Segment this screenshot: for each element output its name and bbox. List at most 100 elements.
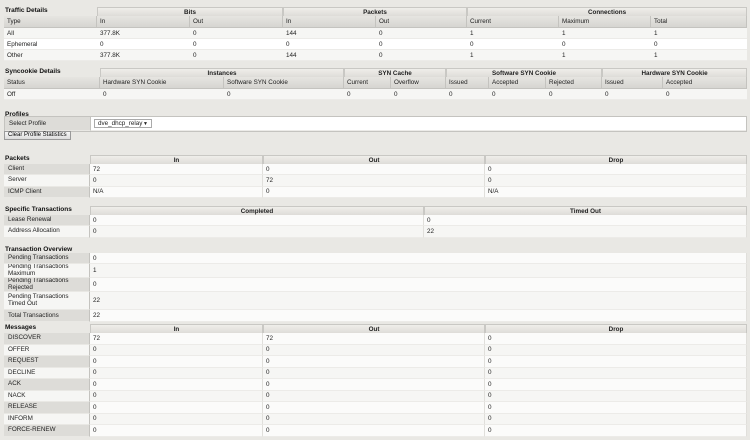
table-cell: N/A	[90, 186, 263, 199]
row-label: Pending Transactions Rejected	[4, 278, 90, 293]
row-label: DECLINE	[4, 367, 90, 379]
table-cell: 0	[100, 89, 224, 100]
table-cell: 1	[651, 50, 748, 61]
table-cell: 0	[90, 367, 263, 379]
traffic-column-header[interactable]: In	[283, 16, 376, 28]
traffic-table: Bits Packets Connections Type In Out In Out Curr…	[4, 7, 748, 61]
table-cell: 1	[651, 28, 748, 39]
packets-table: In Out Drop Client 72 0 0 Server 0 72 0 ICMP Client…	[4, 155, 747, 199]
traffic-column-header[interactable]: In	[97, 16, 190, 28]
table-cell: 0	[344, 89, 391, 100]
table-cell: 72	[90, 333, 263, 345]
syncookie-column-header[interactable]: Hardware SYN Cookie	[100, 77, 224, 89]
messages-column-header: Out	[263, 324, 485, 333]
table-cell: 0	[376, 28, 467, 39]
table-row: Off 0 0 0 0 0 0 0 0 0	[4, 89, 748, 100]
syncookie-column-header[interactable]: Accepted	[663, 77, 748, 89]
table-row: Address Allocation 0 22	[4, 226, 747, 238]
traffic-column-header[interactable]: Out	[190, 16, 283, 28]
row-label: Lease Renewal	[4, 215, 90, 227]
table-cell: 0	[467, 39, 559, 50]
table-cell: 0	[97, 39, 190, 50]
table-cell: 0	[190, 39, 283, 50]
table-cell: 22	[90, 292, 747, 311]
table-row: RELEASE 0 0 0	[4, 402, 747, 414]
table-cell: 0	[485, 402, 747, 414]
syncookie-column-header[interactable]: Current	[344, 77, 391, 89]
specific-section: Completed Timed Out Lease Renewal 0 0 Address…	[4, 206, 747, 238]
traffic-group-header: Packets	[283, 7, 467, 16]
table-cell: 0	[224, 89, 344, 100]
traffic-column-header[interactable]: Out	[376, 16, 467, 28]
packets-section: In Out Drop Client 72 0 0 Server 0 72 0 ICMP Client…	[4, 155, 747, 199]
table-cell: 0	[90, 356, 263, 368]
packets-column-header: In	[90, 155, 263, 164]
row-label: Client	[4, 164, 90, 176]
row-label: INFORM	[4, 413, 90, 425]
syncookie-column-header[interactable]: Status	[4, 77, 100, 89]
row-label: Server	[4, 175, 90, 187]
profile-select[interactable]: dve_dhcp_relay ▼	[94, 119, 152, 128]
table-cell: 1	[559, 50, 651, 61]
syncookie-column-header[interactable]: Issued	[446, 77, 490, 89]
traffic-section: Bits Packets Connections Type In Out In Out Curr…	[4, 7, 748, 61]
row-label: Address Allocation	[4, 226, 90, 238]
table-cell: 0	[90, 344, 263, 356]
traffic-column-header[interactable]: Maximum	[559, 16, 651, 28]
table-cell: 0	[263, 379, 485, 391]
table-cell: 0	[485, 425, 747, 437]
row-label: OFFER	[4, 344, 90, 356]
table-cell: 0	[190, 28, 283, 39]
table-cell: 0	[90, 425, 263, 437]
row-label: ICMP Client	[4, 186, 90, 199]
clear-profile-statistics-button[interactable]: Clear Profile Statistics	[4, 131, 71, 140]
table-cell: 0	[90, 402, 263, 414]
table-cell: 1	[467, 28, 559, 39]
syncookie-column-header[interactable]: Overflow	[391, 77, 447, 89]
table-cell: 144	[283, 50, 376, 61]
table-cell: 0	[485, 379, 747, 391]
traffic-column-header[interactable]: Total	[651, 16, 748, 28]
table-cell: 0	[263, 425, 485, 437]
row-label: REQUEST	[4, 356, 90, 368]
table-cell: 0	[90, 226, 424, 238]
overview-title: Transaction Overview	[5, 246, 73, 253]
table-cell: 0	[559, 39, 651, 50]
table-cell: 0	[485, 390, 747, 402]
table-cell: N/A	[485, 186, 747, 199]
packets-column-header: Drop	[485, 155, 747, 164]
table-cell: 1	[467, 50, 559, 61]
row-label: Total Transactions	[4, 310, 90, 323]
table-cell: Other	[4, 50, 97, 61]
table-cell: 0	[263, 367, 485, 379]
table-row: FORCE-RENEW 0 0 0	[4, 425, 747, 437]
traffic-column-header[interactable]: Current	[467, 16, 559, 28]
traffic-column-header[interactable]: Type	[4, 16, 97, 28]
table-cell: 0	[263, 356, 485, 368]
table-cell: 0	[485, 344, 747, 356]
syncookie-column-header[interactable]: Software SYN Cookie	[224, 77, 344, 89]
syncookie-column-header[interactable]: Issued	[602, 77, 664, 89]
row-label: ACK	[4, 379, 90, 391]
table-cell: 0	[263, 402, 485, 414]
table-row: Pending Transactions 0	[4, 253, 747, 265]
table-row: Other 377.8K 0 144 0 1 1 1	[4, 50, 748, 61]
table-cell: 0	[391, 89, 447, 100]
table-cell: 144	[283, 28, 376, 39]
table-cell: Ephemeral	[4, 39, 97, 50]
table-row: Pending Transactions Timed Out 22	[4, 292, 747, 311]
syncookie-table: Instances SYN Cache Software SYN Cookie Har…	[4, 68, 748, 100]
profiles-section: Select Profile dve_dhcp_relay ▼	[4, 116, 747, 132]
table-row: REQUEST 0 0 0	[4, 356, 747, 368]
table-row: Total Transactions 22	[4, 310, 747, 323]
table-cell: 0	[263, 186, 485, 199]
overview-table: Pending Transactions 0 Pending Transaction…	[4, 253, 747, 323]
syncookie-column-header[interactable]: Rejected	[546, 77, 603, 89]
row-label: RELEASE	[4, 402, 90, 414]
syncookie-column-header[interactable]: Accepted	[489, 77, 547, 89]
packets-column-header: Out	[263, 155, 485, 164]
specific-column-header: Timed Out	[424, 206, 747, 215]
table-cell: 0	[376, 50, 467, 61]
table-cell: 0	[424, 215, 747, 227]
table-row: Ephemeral 0 0 0 0 0 0 0	[4, 39, 748, 50]
